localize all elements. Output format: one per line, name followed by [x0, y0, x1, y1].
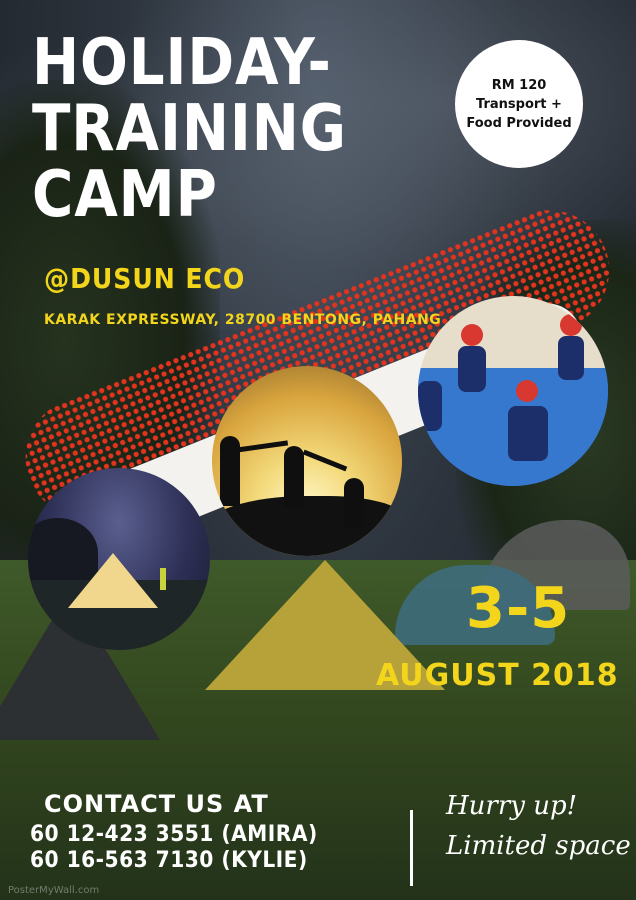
silhouette-figure-3 [344, 478, 364, 528]
taekwondo-training-photo [418, 296, 608, 486]
fighter-2 [508, 406, 548, 461]
fighter-1 [458, 346, 486, 392]
contact-phone-kylie[interactable]: 60 16-563 7130 (KYLIE) [30, 848, 308, 873]
venue-name: @DUSUN ECO [44, 262, 246, 295]
photo-rock [212, 496, 402, 556]
silhouette-arm-1 [235, 440, 289, 453]
contact-phone-amira[interactable]: 60 12-423 3551 (AMIRA) [30, 822, 318, 847]
event-dates: 3-5 [466, 576, 571, 641]
contact-heading: CONTACT US AT [44, 790, 269, 818]
photo-person [160, 568, 166, 590]
fighter-4 [418, 381, 442, 431]
badge-food-text: Food Provided [466, 115, 572, 131]
poster-title: HOLIDAY- TRAINING CAMP [32, 26, 347, 232]
venue-address: KARAK EXPRESSWAY, 28700 BENTONG, PAHANG [44, 312, 442, 328]
event-month-year: AUGUST 2018 [376, 658, 619, 693]
camping-tent-photo [28, 468, 210, 650]
price-text: RM 120 [491, 77, 547, 93]
silhouette-arm-2 [302, 449, 348, 472]
urgency-tagline: Hurry up! Limited space [446, 791, 631, 861]
event-poster: HOLIDAY- TRAINING CAMP @DUSUN ECO KARAK … [0, 0, 636, 900]
fighter-3-head [560, 314, 582, 336]
glowing-tent-shape [68, 553, 158, 608]
silhouette-figure-2 [284, 446, 304, 508]
vertical-divider [410, 810, 413, 886]
fighter-1-head [461, 324, 483, 346]
price-badge: RM 120 Transport + Food Provided [455, 40, 583, 168]
badge-transport-text: Transport + [476, 96, 562, 112]
watermark: PosterMyWall.com [8, 885, 100, 896]
fighter-2-head [516, 380, 538, 402]
climbing-silhouette-photo [212, 366, 402, 556]
fighter-3 [558, 336, 584, 380]
